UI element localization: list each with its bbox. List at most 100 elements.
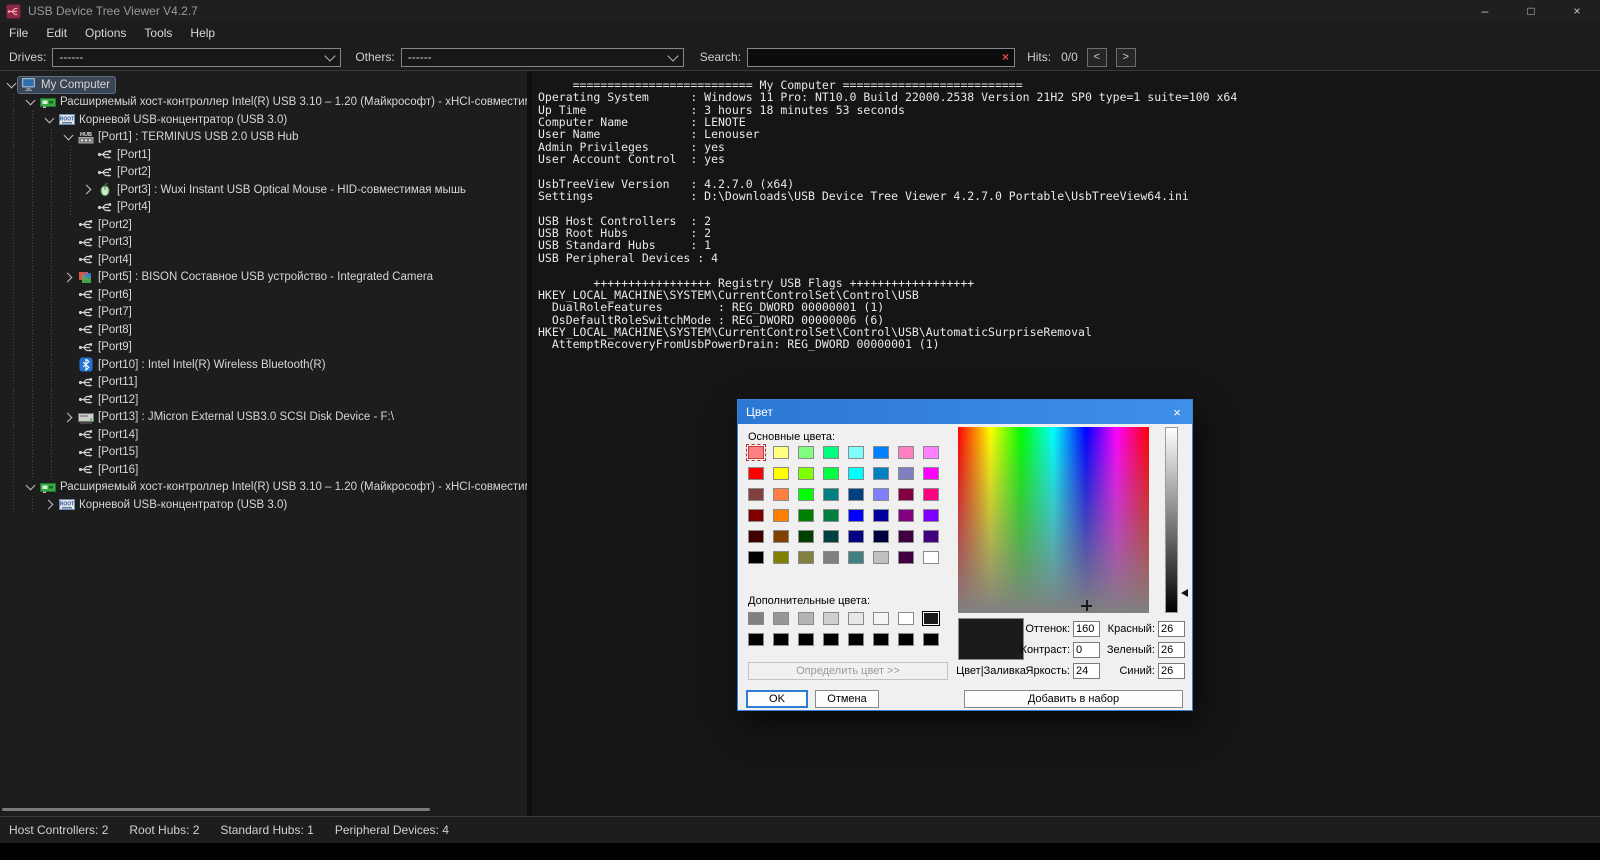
add-to-custom-colors-button[interactable]: Добавить в набор (964, 690, 1183, 708)
tree-item[interactable]: [Port13] : JMicron External USB3.0 SCSI … (0, 408, 527, 426)
basic-color-swatch[interactable] (823, 551, 839, 564)
tree-item[interactable]: [Port3] : Wuxi Instant USB Optical Mouse… (0, 181, 527, 199)
horizontal-scrollbar[interactable] (2, 808, 430, 811)
dialog-title-bar[interactable]: Цвет × (738, 400, 1192, 424)
hue-input[interactable] (1073, 621, 1100, 637)
tree-item[interactable]: [Port2] (0, 163, 527, 181)
chevron-right-icon[interactable] (80, 186, 94, 193)
others-combobox[interactable]: ------ (400, 47, 684, 67)
custom-color-swatch[interactable] (923, 633, 939, 646)
basic-color-swatch[interactable] (823, 530, 839, 543)
basic-color-swatch[interactable] (848, 446, 864, 459)
menu-item-edit[interactable]: Edit (37, 22, 76, 44)
basic-color-swatch[interactable] (873, 467, 889, 480)
blue-input[interactable] (1158, 663, 1185, 679)
basic-color-swatch[interactable] (923, 467, 939, 480)
minimize-button[interactable]: – (1462, 0, 1508, 22)
tree-item[interactable]: [Port15] (0, 443, 527, 461)
brightness-input[interactable] (1073, 663, 1100, 679)
basic-color-swatch[interactable] (823, 488, 839, 501)
custom-color-swatch[interactable] (798, 633, 814, 646)
close-button[interactable]: × (1554, 0, 1600, 22)
custom-color-swatch[interactable] (823, 612, 839, 625)
green-input[interactable] (1158, 642, 1185, 658)
menu-item-options[interactable]: Options (76, 22, 135, 44)
basic-color-swatch[interactable] (748, 551, 764, 564)
basic-color-swatch[interactable] (898, 551, 914, 564)
custom-color-swatch[interactable] (798, 612, 814, 625)
basic-color-swatch[interactable] (898, 446, 914, 459)
basic-color-swatch[interactable] (773, 530, 789, 543)
custom-color-swatch[interactable] (898, 612, 914, 625)
drives-combobox[interactable]: ------ (52, 47, 342, 67)
menu-item-tools[interactable]: Tools (135, 22, 181, 44)
chevron-right-icon[interactable] (61, 274, 75, 281)
basic-color-swatch[interactable] (773, 509, 789, 522)
tree-item[interactable]: [Port8] (0, 321, 527, 339)
chevron-right-icon[interactable] (61, 414, 75, 421)
basic-color-swatch[interactable] (773, 446, 789, 459)
basic-color-swatch[interactable] (798, 488, 814, 501)
custom-color-swatch[interactable] (848, 633, 864, 646)
custom-color-swatch[interactable] (923, 612, 939, 625)
basic-color-swatch[interactable] (923, 551, 939, 564)
custom-color-swatch[interactable] (873, 612, 889, 625)
basic-color-swatch[interactable] (873, 446, 889, 459)
basic-color-swatch[interactable] (773, 488, 789, 501)
basic-color-swatch[interactable] (898, 530, 914, 543)
tree-item[interactable]: My Computer (0, 75, 527, 94)
tree-item[interactable]: ROOT Корневой USB-концентратор (USB 3.0) (0, 111, 527, 129)
basic-color-swatch[interactable] (798, 467, 814, 480)
basic-color-swatch[interactable] (823, 446, 839, 459)
tree-item[interactable]: [Port10] : Intel Intel(R) Wireless Bluet… (0, 356, 527, 374)
tree-item[interactable]: [Port6] (0, 286, 527, 304)
basic-color-swatch[interactable] (848, 509, 864, 522)
tree-item[interactable]: [Port7] (0, 303, 527, 321)
tree-item[interactable]: [Port1] (0, 146, 527, 164)
tree-item[interactable]: [Port4] (0, 251, 527, 269)
tree-item[interactable]: [Port4] (0, 198, 527, 216)
menu-item-help[interactable]: Help (181, 22, 224, 44)
basic-color-swatch[interactable] (798, 446, 814, 459)
basic-color-swatch[interactable] (848, 467, 864, 480)
tree-item[interactable]: [Port9] (0, 338, 527, 356)
basic-color-swatch[interactable] (748, 530, 764, 543)
basic-color-swatch[interactable] (823, 509, 839, 522)
basic-color-swatch[interactable] (898, 509, 914, 522)
basic-color-swatch[interactable] (873, 509, 889, 522)
tree-item[interactable]: [Port12] (0, 391, 527, 409)
luminance-bar[interactable] (1165, 427, 1178, 613)
chevron-down-icon[interactable] (23, 100, 37, 104)
tree-item[interactable]: [Port5] : BISON Составное USB устройство… (0, 268, 527, 286)
next-hit-button[interactable]: > (1115, 47, 1136, 67)
custom-color-swatch[interactable] (748, 633, 764, 646)
basic-color-swatch[interactable] (823, 467, 839, 480)
search-input[interactable]: × (747, 47, 1016, 67)
tree-item[interactable]: [Port16] (0, 461, 527, 479)
chevron-down-icon[interactable] (23, 485, 37, 489)
tree-item[interactable]: ROOT Корневой USB-концентратор (USB 3.0) (0, 496, 527, 514)
basic-color-swatch[interactable] (898, 467, 914, 480)
basic-color-swatch[interactable] (923, 509, 939, 522)
basic-color-swatch[interactable] (746, 444, 766, 461)
tree-item[interactable]: Расширяемый хост-контроллер Intel(R) USB… (0, 93, 527, 111)
menu-item-file[interactable]: File (0, 22, 37, 44)
custom-color-swatch[interactable] (748, 612, 764, 625)
luminance-slider-arrow[interactable] (1181, 589, 1188, 597)
tree-item[interactable]: [Port11] (0, 373, 527, 391)
tree-item[interactable]: HUB [Port1] : TERMINUS USB 2.0 USB Hub (0, 128, 527, 146)
contrast-input[interactable] (1073, 642, 1100, 658)
basic-color-swatch[interactable] (923, 488, 939, 501)
custom-color-swatch[interactable] (773, 612, 789, 625)
basic-color-swatch[interactable] (923, 446, 939, 459)
tree-item[interactable]: [Port2] (0, 216, 527, 234)
hue-saturation-field[interactable] (958, 427, 1149, 613)
dialog-close-icon[interactable]: × (1162, 400, 1192, 424)
custom-color-swatch[interactable] (823, 633, 839, 646)
basic-color-swatch[interactable] (873, 551, 889, 564)
custom-color-swatch[interactable] (773, 633, 789, 646)
basic-color-swatch[interactable] (748, 467, 764, 480)
chevron-down-icon[interactable] (4, 83, 18, 87)
basic-color-swatch[interactable] (873, 530, 889, 543)
custom-color-swatch[interactable] (873, 633, 889, 646)
